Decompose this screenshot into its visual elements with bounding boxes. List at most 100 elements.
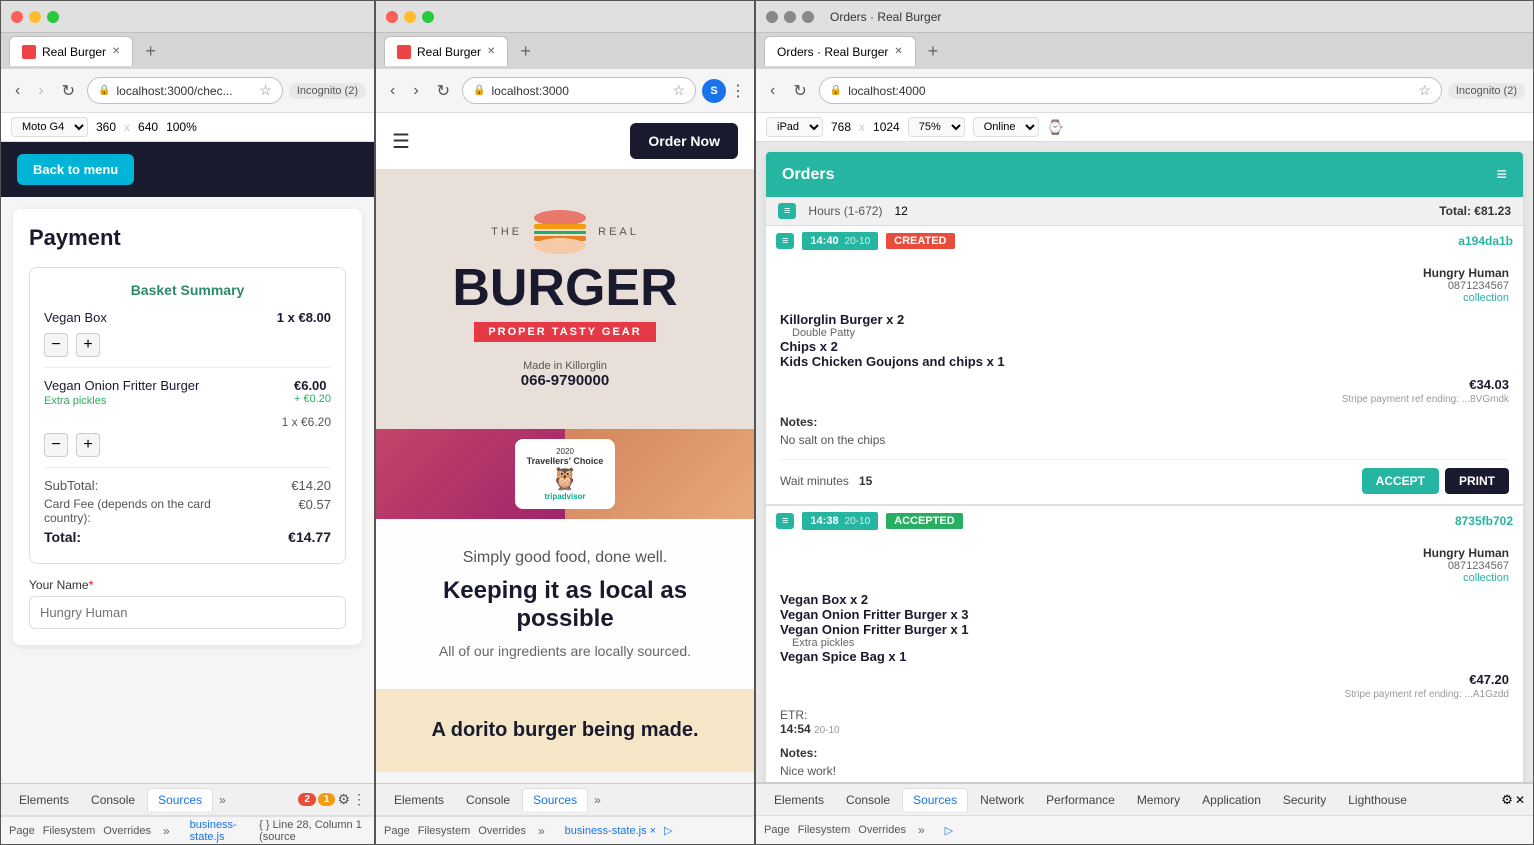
page-tab-2[interactable]: Page xyxy=(384,825,410,837)
devtool-performance-3[interactable]: Performance xyxy=(1036,789,1125,811)
close-btn-2[interactable] xyxy=(386,11,398,23)
settings-icon-3[interactable]: ⚙ xyxy=(1501,792,1513,808)
overrides-tab-2[interactable]: Overrides xyxy=(478,825,526,837)
reload-btn-3[interactable]: ↻ xyxy=(787,77,812,105)
accept-btn-1[interactable]: ACCEPT xyxy=(1362,468,1439,494)
back-btn-nav-1[interactable]: ‹ xyxy=(9,78,26,104)
filesystem-tab-2[interactable]: Filesystem xyxy=(418,825,471,837)
back-btn-nav-2[interactable]: ‹ xyxy=(384,78,401,104)
min-btn-2[interactable] xyxy=(404,11,416,23)
address-bar-1[interactable]: 🔒 localhost:3000/chec... ☆ xyxy=(87,77,283,104)
menu-dots-2[interactable]: ⋮ xyxy=(730,81,746,101)
reload-btn-1[interactable]: ↻ xyxy=(56,77,81,105)
order-id-1: a194da1b xyxy=(1458,234,1513,248)
order-customer-info-1: Hungry Human 0871234567 collection xyxy=(780,266,1509,304)
page-tab-1[interactable]: Page xyxy=(9,825,35,837)
bookmark-btn-3[interactable]: ☆ xyxy=(1418,82,1431,99)
name-input[interactable] xyxy=(29,596,346,629)
orders-menu-btn[interactable]: ≡ xyxy=(1496,164,1507,185)
qty-plus-2[interactable]: + xyxy=(76,433,100,457)
max-btn-1[interactable] xyxy=(47,11,59,23)
overrides-tab-1[interactable]: Overrides xyxy=(103,825,151,837)
devtool-sources-1[interactable]: Sources xyxy=(147,788,213,811)
devtools-more-2[interactable]: » xyxy=(590,789,605,811)
back-btn-nav-3[interactable]: ‹ xyxy=(764,78,781,104)
tab-orders-3[interactable]: Orders · Real Burger ✕ xyxy=(764,36,916,66)
order-menu-icon-2[interactable]: ≡ xyxy=(776,513,794,529)
file-name-1[interactable]: business-state.js xyxy=(190,819,251,843)
min-btn-3[interactable] xyxy=(784,11,796,23)
divider-2 xyxy=(44,467,331,468)
bookmark-btn-2[interactable]: ☆ xyxy=(672,82,685,99)
devtool-elements-2[interactable]: Elements xyxy=(384,789,454,811)
payment-title: Payment xyxy=(29,225,346,251)
back-to-menu-btn[interactable]: Back to menu xyxy=(17,154,134,185)
devtool-console-3[interactable]: Console xyxy=(836,789,900,811)
overrides-tab-3[interactable]: Overrides xyxy=(858,824,906,836)
more-tabs-1[interactable]: » xyxy=(159,820,174,842)
order-time-badge-1: 14:40 20-10 xyxy=(802,232,878,250)
file-name-2[interactable]: business-state.js × xyxy=(565,825,656,837)
devtool-elements-1[interactable]: Elements xyxy=(9,789,79,811)
page-tab-3[interactable]: Page xyxy=(764,824,790,836)
filter-icon[interactable]: ≡ xyxy=(778,203,796,219)
devtools-1: Elements Console Sources » 2 1 ⚙ ⋮ Page … xyxy=(1,783,374,844)
order-menu-icon-1[interactable]: ≡ xyxy=(776,233,794,249)
tab-close-1[interactable]: ✕ xyxy=(112,46,120,57)
close-btn-3[interactable] xyxy=(766,11,778,23)
device-select-1[interactable]: Moto G4 xyxy=(11,117,88,137)
devtool-application-3[interactable]: Application xyxy=(1192,789,1271,811)
more-icon-1[interactable]: ⋮ xyxy=(352,791,366,808)
qty-minus-1[interactable]: − xyxy=(44,333,68,357)
filesystem-tab-3[interactable]: Filesystem xyxy=(798,824,851,836)
devtool-console-1[interactable]: Console xyxy=(81,789,145,811)
run-icon-3[interactable]: ▷ xyxy=(945,824,953,837)
devtool-lighthouse-3[interactable]: Lighthouse xyxy=(1338,789,1417,811)
min-btn-1[interactable] xyxy=(29,11,41,23)
orders-header: Orders ≡ xyxy=(766,152,1523,197)
reload-btn-2[interactable]: ↻ xyxy=(431,77,456,105)
address-bar-3[interactable]: 🔒 localhost:4000 ☆ xyxy=(819,77,1442,104)
max-btn-2[interactable] xyxy=(422,11,434,23)
devtool-sources-3[interactable]: Sources xyxy=(902,788,968,811)
devtool-memory-3[interactable]: Memory xyxy=(1127,789,1190,811)
dorito-title: A dorito burger being made. xyxy=(400,719,730,742)
qty-minus-2[interactable]: − xyxy=(44,433,68,457)
print-btn-1[interactable]: PRINT xyxy=(1445,468,1509,494)
hero-side-text: REAL xyxy=(598,226,639,238)
watch-icon-3[interactable]: ⌚ xyxy=(1047,119,1064,136)
more-tabs-3[interactable]: » xyxy=(914,819,929,841)
order-table-1: 20-10 xyxy=(845,236,871,247)
device-select-3[interactable]: iPad xyxy=(766,117,823,137)
devtool-sources-2[interactable]: Sources xyxy=(522,788,588,811)
hamburger-btn[interactable]: ☰ xyxy=(392,129,410,154)
order-now-btn[interactable]: Order Now xyxy=(630,123,738,159)
close-btn-1[interactable] xyxy=(11,11,23,23)
network-select-3[interactable]: Online xyxy=(973,117,1039,137)
qty-plus-1[interactable]: + xyxy=(76,333,100,357)
devtool-elements-3[interactable]: Elements xyxy=(764,789,834,811)
zoom-select-3[interactable]: 75% xyxy=(908,117,965,137)
wait-minutes-1: 15 xyxy=(859,474,872,488)
close-icon-3[interactable]: ✕ xyxy=(1515,793,1525,807)
tab-close-2[interactable]: ✕ xyxy=(487,46,495,57)
forward-btn-nav-1[interactable]: › xyxy=(32,78,49,104)
devtools-more-1[interactable]: » xyxy=(215,789,230,811)
max-btn-3[interactable] xyxy=(802,11,814,23)
forward-btn-nav-2[interactable]: › xyxy=(407,78,424,104)
devtool-console-2[interactable]: Console xyxy=(456,789,520,811)
profile-badge-2[interactable]: S xyxy=(702,79,726,103)
tab-real-burger-1[interactable]: Real Burger ✕ xyxy=(9,36,133,66)
new-tab-btn-3[interactable]: + xyxy=(920,41,947,62)
new-tab-btn-2[interactable]: + xyxy=(512,41,539,62)
bookmark-btn-1[interactable]: ☆ xyxy=(259,82,272,99)
more-tabs-2[interactable]: » xyxy=(534,820,549,842)
settings-icon-1[interactable]: ⚙ xyxy=(337,791,350,808)
filesystem-tab-1[interactable]: Filesystem xyxy=(43,825,96,837)
new-tab-btn-1[interactable]: + xyxy=(137,41,164,62)
devtool-security-3[interactable]: Security xyxy=(1273,789,1336,811)
tab-close-3[interactable]: ✕ xyxy=(894,46,902,57)
tab-real-burger-2[interactable]: Real Burger ✕ xyxy=(384,36,508,66)
devtool-network-3[interactable]: Network xyxy=(970,789,1034,811)
address-bar-2[interactable]: 🔒 localhost:3000 ☆ xyxy=(462,77,696,104)
